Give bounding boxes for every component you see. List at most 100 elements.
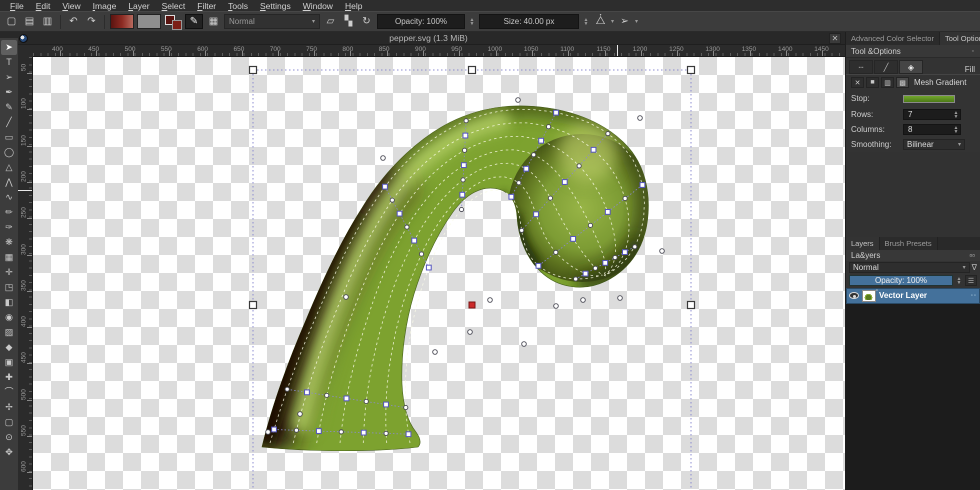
mesh-handle-circle[interactable] [339,430,343,434]
mesh-handle-circle[interactable] [593,266,597,270]
selection-handle[interactable] [469,67,476,74]
selection-handle[interactable] [688,302,695,309]
layer-blending-dropdown[interactable]: Normal ▾ [849,262,970,273]
mesh-handle-circle[interactable] [548,196,552,200]
stop-color-swatch[interactable] [903,95,955,103]
tab-layers[interactable]: Layers [846,237,880,250]
tab-tool-options[interactable]: Tool Options [940,32,980,45]
tool-color-sampler-icon[interactable]: ◉ [1,310,17,325]
layer-opacity-spinner[interactable]: ▲▼ [955,277,963,285]
wraparound-mode-button[interactable]: ➢ [617,14,632,29]
background-color[interactable] [172,20,182,30]
stroke-line-tab[interactable]: ╱ [874,60,898,74]
mesh-handle-circle[interactable] [325,393,329,397]
mesh-handle-circle[interactable] [520,228,524,232]
selection-handle[interactable] [250,67,257,74]
tab-advanced-color-selector[interactable]: Advanced Color Selector [846,32,940,45]
brush-presets-button[interactable]: ▦ [206,14,221,29]
mesh-handle-circle[interactable] [404,405,408,409]
fill-tab[interactable]: ◈ [899,60,923,74]
mesh-handle-square[interactable] [463,133,468,138]
mesh-handle-circle[interactable] [517,181,521,185]
tool-rectangle-icon[interactable]: ▭ [1,130,17,145]
layer-list-empty[interactable] [846,304,980,490]
mesh-handle-circle[interactable] [461,178,465,182]
docker-buttons-icon[interactable]: ▫▫ [969,251,975,260]
tool-move-icon[interactable]: ✛ [1,265,17,280]
mesh-handle-circle[interactable] [633,245,637,249]
mirror-horizontal-button[interactable]: ⧊ [593,14,608,29]
mesh-handle-square[interactable] [426,265,431,270]
mesh-handle-circle[interactable] [618,296,623,301]
layer-opacity-slider[interactable]: Opacity: 100% [849,275,953,286]
menu-settings[interactable]: Settings [255,1,296,11]
mesh-handle-square[interactable] [603,260,608,265]
foreground-background-colors[interactable] [164,14,182,30]
tool-freehand-path-icon[interactable]: ✏ [1,205,17,220]
selection-center-point[interactable] [469,302,475,308]
open-document-button[interactable]: ▤ [22,14,37,29]
mesh-handle-circle[interactable] [638,116,643,121]
brush-size-spinner[interactable]: ▲▼ [582,18,590,26]
tool-smart-patch-icon[interactable]: ✚ [1,370,17,385]
mesh-handle-circle[interactable] [390,198,394,202]
tool-bezier-curve-icon[interactable]: ∿ [1,190,17,205]
blending-mode-dropdown[interactable]: Normal ▾ [224,14,320,29]
preserve-alpha-button[interactable]: ▚ [341,14,356,29]
mesh-handle-circle[interactable] [574,277,578,281]
tool-pattern-edit-icon[interactable]: ▨ [1,325,17,340]
tool-ellipse-icon[interactable]: ◯ [1,145,17,160]
fill-none-button[interactable]: ✕ [851,77,864,88]
mesh-handle-circle[interactable] [266,430,271,435]
mesh-handle-circle[interactable] [464,119,468,123]
layer-thumbnail[interactable]: ▫ [862,290,876,302]
stroke-dash-tab[interactable]: ┄ [849,60,873,74]
mesh-handle-circle[interactable] [364,399,368,403]
menu-edit[interactable]: Edit [31,1,56,11]
mesh-handle-square[interactable] [316,429,321,434]
tool-text-icon[interactable]: T [1,55,17,70]
tool-line-icon[interactable]: ╱ [1,115,17,130]
tool-crop-icon[interactable]: ◳ [1,280,17,295]
mesh-handle-circle[interactable] [588,223,592,227]
tool-select-shapes-icon[interactable]: ➤ [1,40,17,55]
mesh-handle-circle[interactable] [405,225,409,229]
tool-transform-icon[interactable]: ▦ [1,250,17,265]
mesh-handle-square[interactable] [591,147,596,152]
menu-help[interactable]: Help [340,1,367,11]
mesh-handle-circle[interactable] [459,207,463,211]
mesh-handle-square[interactable] [461,163,466,168]
mesh-handle-circle[interactable] [606,132,610,136]
document-tab-title[interactable]: pepper.svg (1.3 MiB) [28,33,829,43]
mesh-handle-circle[interactable] [577,164,581,168]
fill-mesh-button[interactable]: ▩ [896,77,909,88]
tool-edit-shapes-icon[interactable]: ➢ [1,70,17,85]
mesh-handle-square[interactable] [344,396,349,401]
tool-ellipse-select-icon[interactable]: ⊙ [1,430,17,445]
selection-handle[interactable] [688,67,695,74]
mesh-handle-circle[interactable] [344,295,349,300]
mesh-handle-circle[interactable] [384,431,388,435]
tool-enclose-fill-icon[interactable]: ▣ [1,355,17,370]
canvas[interactable] [33,57,845,490]
fill-solid-button[interactable]: ■ [866,77,879,88]
mesh-handle-circle[interactable] [554,304,559,309]
layer-row-vector-layer[interactable]: ▫ Vector Layer ▫▫ [846,288,980,304]
menu-window[interactable]: Window [298,1,338,11]
opacity-spinner[interactable]: ▲▼ [468,18,476,26]
mesh-handle-circle[interactable] [623,196,627,200]
mesh-handle-circle[interactable] [516,98,521,103]
tool-assistants-icon[interactable]: ✢ [1,400,17,415]
columns-spinbox[interactable]: 8 ▲▼ [903,124,961,135]
mesh-handle-square[interactable] [640,183,645,188]
mesh-handle-circle[interactable] [294,428,298,432]
menu-filter[interactable]: Filter [192,1,221,11]
mesh-handle-circle[interactable] [532,153,536,157]
docker-menu-icon[interactable]: ▫ [972,48,975,55]
mesh-handle-circle[interactable] [298,412,303,417]
layer-properties-icon[interactable]: ☰ [965,275,977,286]
save-button[interactable]: ▥ [40,14,55,29]
mesh-handle-circle[interactable] [522,342,527,347]
mesh-handle-circle[interactable] [468,330,473,335]
fill-gradient-button[interactable]: ▥ [881,77,894,88]
